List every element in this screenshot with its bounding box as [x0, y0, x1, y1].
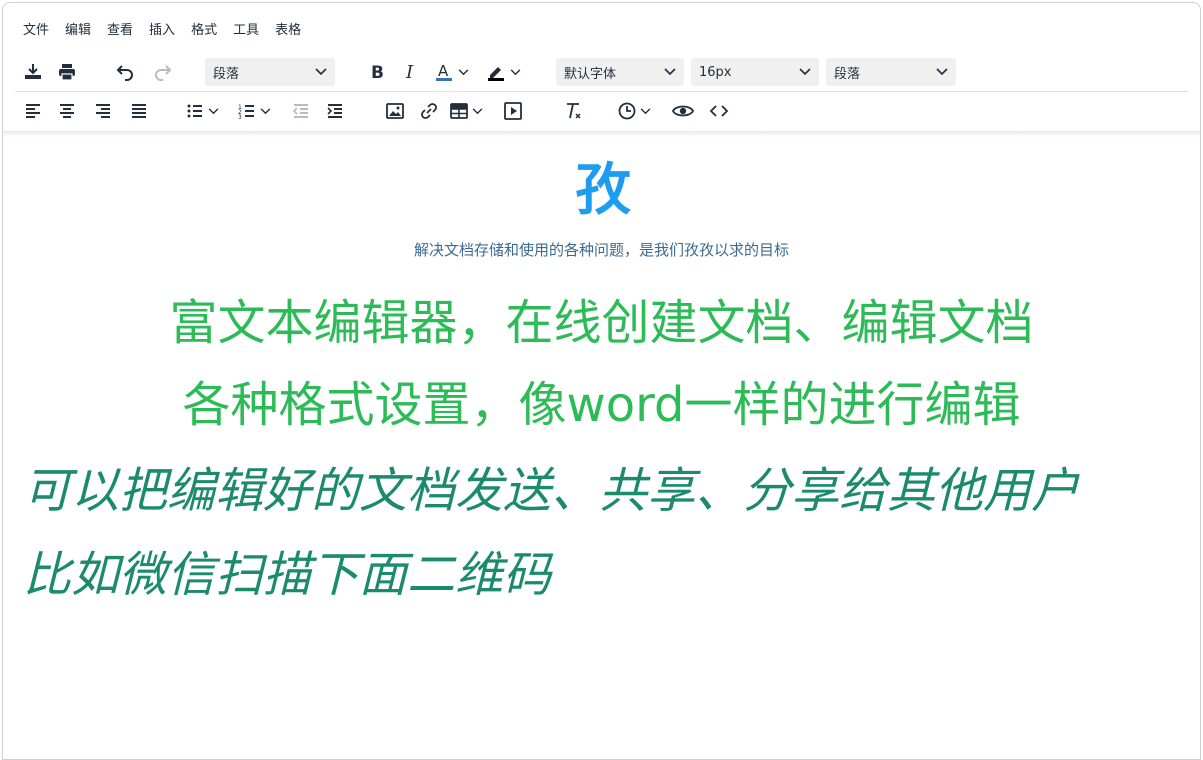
indent-button[interactable]	[321, 97, 349, 125]
menu-edit[interactable]: 编辑	[57, 15, 99, 42]
highlight-button[interactable]	[485, 58, 521, 86]
logo-text: 孜	[575, 158, 631, 223]
insert-media-button[interactable]	[499, 97, 527, 125]
menu-format[interactable]: 格式	[183, 15, 225, 42]
font-color-icon: A	[436, 62, 452, 81]
svg-text:A: A	[438, 62, 449, 80]
print-icon	[59, 64, 75, 81]
outdent-button[interactable]	[287, 97, 315, 125]
italic-icon: I	[405, 62, 414, 82]
heading-line-1: 富文本编辑器，在线创建文档、编辑文档	[169, 295, 1034, 351]
insert-image-button[interactable]	[381, 97, 409, 125]
heading-line-2: 各种格式设置，像word一样的进行编辑	[182, 377, 1021, 433]
table-icon	[450, 103, 468, 119]
font-size-select[interactable]: 16px	[691, 58, 819, 86]
bullet-list-icon	[187, 104, 202, 118]
block-format-select[interactable]: 段落	[205, 58, 335, 86]
preview-icon	[672, 105, 694, 117]
heading-line-4: 比如微信扫描下面二维码	[23, 547, 552, 603]
insert-link-button[interactable]	[415, 97, 443, 125]
numbered-list-icon: 1 2 3	[238, 104, 254, 121]
italic-button[interactable]: I	[397, 58, 425, 86]
svg-text:I: I	[405, 62, 414, 82]
menu-view[interactable]: 查看	[99, 15, 141, 42]
chevron-down-icon	[664, 68, 676, 76]
logo: 孜	[563, 159, 643, 223]
align-left-button[interactable]	[19, 97, 47, 125]
chevron-down-icon	[260, 107, 271, 114]
chevron-down-icon	[936, 68, 948, 76]
chevron-down-icon	[208, 107, 219, 114]
line-height-select[interactable]: 段落	[826, 58, 956, 86]
justify-icon	[132, 104, 146, 118]
bold-icon: B	[371, 63, 384, 82]
chevron-down-icon	[799, 68, 811, 76]
redo-button[interactable]	[149, 58, 177, 86]
font-color-button[interactable]: A	[433, 58, 469, 86]
justify-button[interactable]	[125, 97, 153, 125]
toolbar-row-2: 1 2 3	[15, 91, 1188, 129]
subtitle: 解决文档存储和使用的各种问题，是我们孜孜以求的目标	[413, 241, 789, 259]
heading-line-3: 可以把编辑好的文档发送、共享、分享给其他用户	[23, 463, 1080, 519]
align-right-icon	[96, 104, 110, 118]
block-format-value: 段落	[213, 66, 240, 82]
chevron-down-icon	[315, 68, 327, 76]
align-center-icon	[60, 104, 74, 118]
highlight-icon	[488, 67, 504, 81]
indent-icon	[327, 104, 342, 118]
chevron-down-icon	[472, 107, 483, 114]
print-button[interactable]	[53, 58, 81, 86]
clear-format-button[interactable]	[559, 97, 587, 125]
insert-table-button[interactable]	[449, 97, 483, 125]
chevron-down-icon	[458, 68, 469, 75]
time-icon	[618, 102, 636, 120]
code-icon	[709, 105, 729, 117]
font-family-value: 默认字体	[564, 66, 617, 82]
image-icon	[386, 103, 404, 119]
toolbar-row-1: 段落 B I A 默认字体 16px 段落	[15, 53, 1188, 91]
undo-button[interactable]	[111, 58, 139, 86]
outdent-icon	[292, 104, 308, 118]
align-right-button[interactable]	[89, 97, 117, 125]
editor-frame: 文件 编辑 查看 插入 格式 工具 表格 段落 B I A 默认字体 16px …	[2, 2, 1201, 760]
font-size-value: 16px	[699, 64, 732, 80]
menu-file[interactable]: 文件	[15, 15, 57, 42]
menu-insert[interactable]: 插入	[141, 15, 183, 42]
chevron-down-icon	[640, 107, 651, 114]
bullet-list-button[interactable]	[185, 97, 219, 125]
download-icon	[25, 64, 41, 79]
preview-button[interactable]	[669, 97, 697, 125]
font-family-select[interactable]: 默认字体	[556, 58, 684, 86]
numbered-list-button[interactable]: 1 2 3	[237, 97, 271, 125]
insert-time-button[interactable]	[617, 97, 651, 125]
undo-icon	[116, 65, 133, 81]
download-button[interactable]	[19, 58, 47, 86]
align-center-button[interactable]	[53, 97, 81, 125]
align-left-icon	[26, 104, 40, 118]
source-code-button[interactable]	[705, 97, 733, 125]
chevron-down-icon	[510, 68, 521, 75]
editor-content[interactable]: 孜 解决文档存储和使用的各种问题，是我们孜孜以求的目标 富文本编辑器，在线创建文…	[3, 137, 1200, 759]
clear-format-icon	[567, 103, 581, 119]
media-icon	[504, 102, 522, 120]
menu-bar: 文件 编辑 查看 插入 格式 工具 表格	[3, 3, 1200, 53]
link-icon	[421, 103, 437, 119]
menu-table[interactable]: 表格	[267, 15, 309, 42]
line-height-value: 段落	[834, 66, 861, 82]
bold-button[interactable]: B	[363, 58, 391, 86]
menu-tools[interactable]: 工具	[225, 15, 267, 42]
svg-text:3: 3	[238, 114, 242, 121]
redo-icon	[155, 65, 172, 81]
svg-text:B: B	[371, 63, 384, 82]
